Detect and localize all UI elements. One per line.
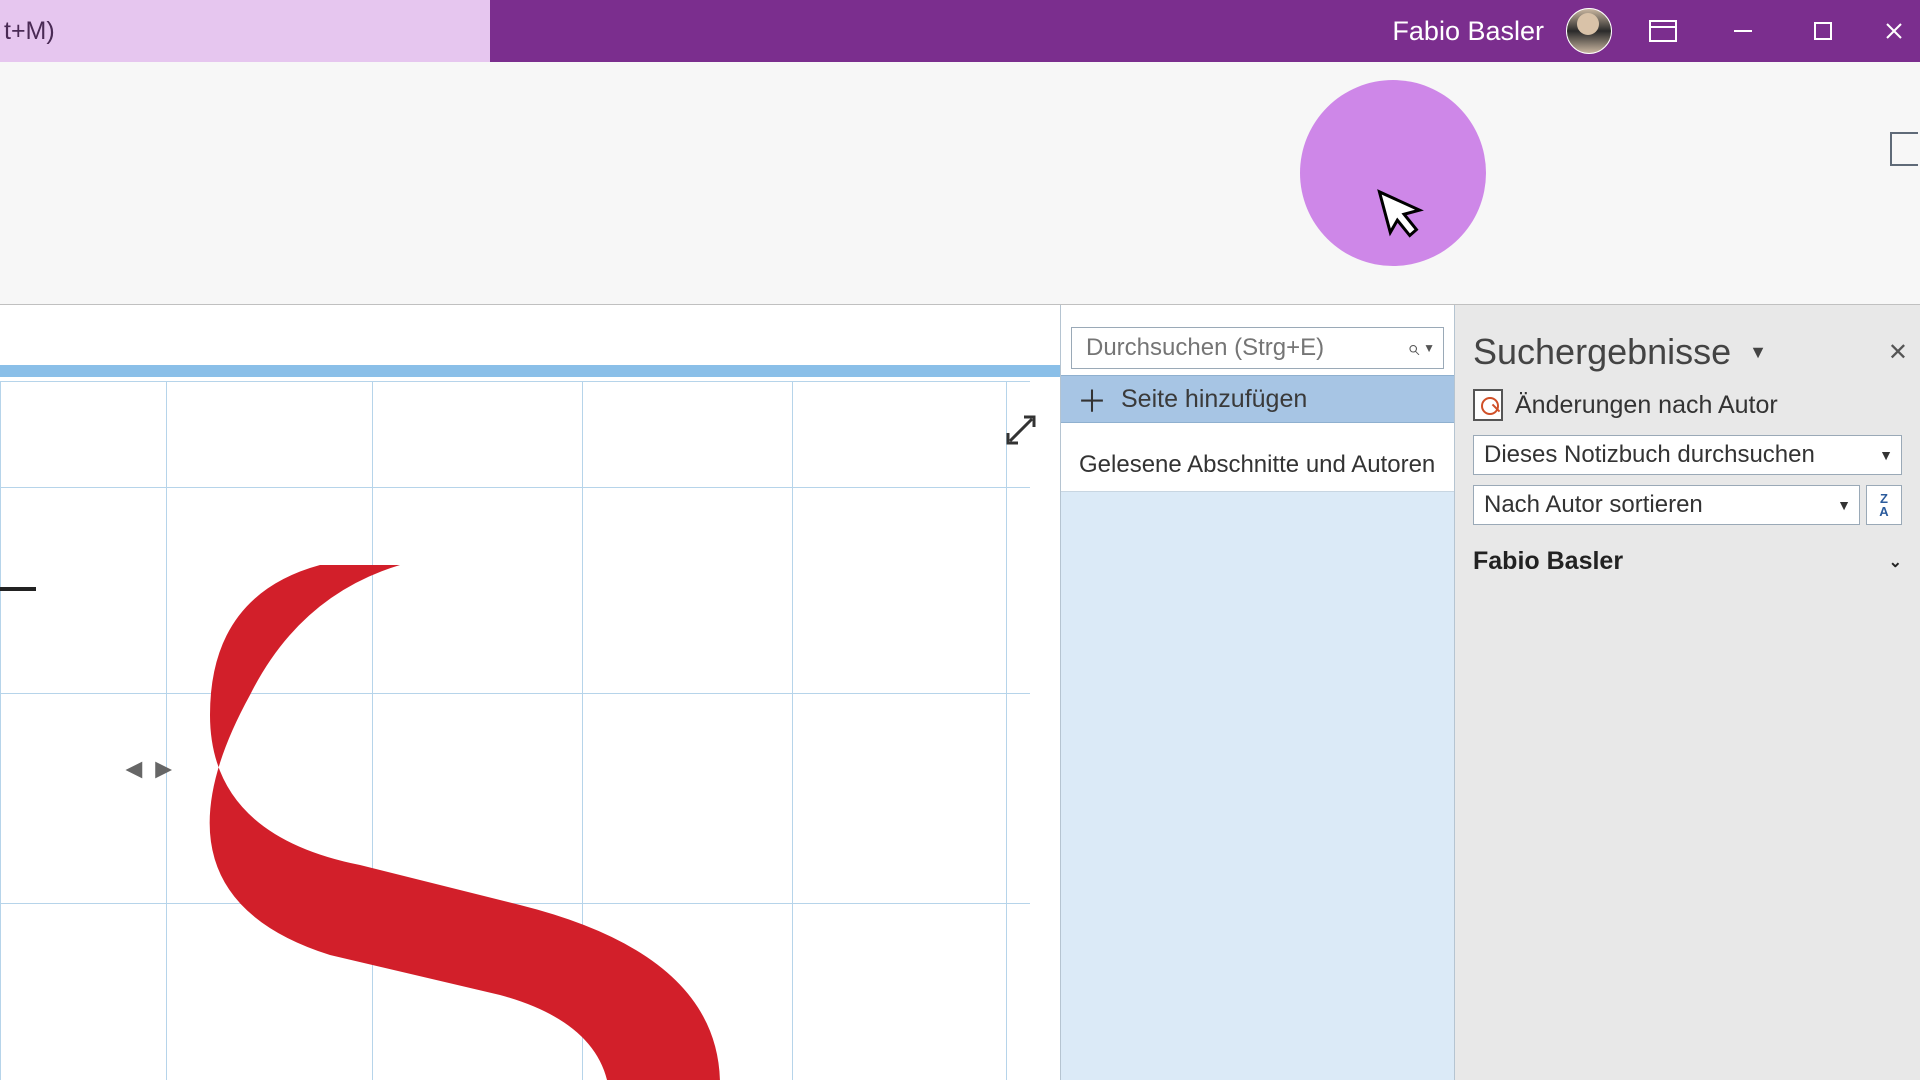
sort-direction-button[interactable]: Z A [1866,485,1902,525]
chevron-down-icon: ▼ [1879,447,1893,463]
author-result-item[interactable]: Fabio Basler ⌄ [1455,531,1920,586]
note-canvas[interactable]: ◄ ► [0,305,1060,1080]
cursor-highlight-circle [1300,80,1486,266]
section-scroll-arrows[interactable]: ◄ ► [120,753,177,785]
sort-row: Nach Autor sortieren ▼ Z A [1473,485,1902,525]
shortcut-text: t+M) [4,17,55,46]
scroll-right-icon[interactable]: ► [150,753,178,785]
author-name-label: Fabio Basler [1473,547,1623,576]
sort-dropdown[interactable]: Nach Autor sortieren ▼ [1473,485,1860,525]
page-search-icon [1473,389,1503,421]
search-box[interactable]: ⌕ ▼ [1071,327,1444,369]
title-bar-right: Fabio Basler [1392,8,1920,54]
expand-icon[interactable] [1004,413,1038,456]
changes-by-author-row[interactable]: Änderungen nach Autor [1455,389,1920,431]
pages-pane: ⌕ ▼ ＋ Seite hinzufügen Gelesene Abschnit… [1060,305,1455,1080]
title-bar-left-fragment: t+M) [0,0,490,62]
user-avatar[interactable] [1566,8,1612,54]
sort-label: Nach Autor sortieren [1484,491,1703,519]
search-input[interactable] [1086,334,1407,362]
search-results-pane: Suchergebnisse ▼ ✕ Änderungen nach Autor… [1455,305,1920,1080]
chevron-down-icon[interactable]: ⌄ [1889,552,1902,572]
drawing-red-s [200,465,780,1080]
close-button[interactable] [1874,11,1914,51]
maximize-button[interactable] [1794,11,1852,51]
minimize-button[interactable] [1714,11,1772,51]
dock-panel-icon[interactable] [1890,132,1918,166]
scope-label: Dieses Notizbuch durchsuchen [1484,441,1815,469]
results-title-label: Suchergebnisse [1473,331,1731,373]
ribbon-display-options-button[interactable] [1634,11,1692,51]
scope-row: Dieses Notizbuch durchsuchen ▼ [1473,435,1902,475]
user-name[interactable]: Fabio Basler [1392,16,1544,47]
main-area: ◄ ► ⌕ ▼ ＋ Seite hinzufü [0,305,1920,1080]
scroll-left-icon[interactable]: ◄ [120,753,148,785]
results-title[interactable]: Suchergebnisse ▼ [1473,331,1767,373]
results-header: Suchergebnisse ▼ ✕ [1455,331,1920,389]
changes-by-author-label: Änderungen nach Autor [1515,391,1778,420]
section-color-strip [0,365,1060,377]
a-label: A [1879,505,1888,518]
search-icon[interactable]: ⌕ [1407,335,1419,361]
close-pane-button[interactable]: ✕ [1888,338,1908,367]
add-page-label: Seite hinzufügen [1121,385,1307,414]
chevron-down-icon: ▼ [1837,497,1851,513]
ribbon-area [0,62,1920,305]
title-bar: t+M) Fabio Basler [0,0,1920,62]
results-fill [1455,586,1920,1080]
page-list-item[interactable]: Gelesene Abschnitte und Autoren [1061,423,1454,492]
pages-pane-fill [1061,492,1454,1080]
search-wrap: ⌕ ▼ [1061,305,1454,375]
add-page-button[interactable]: ＋ Seite hinzufügen [1061,375,1454,423]
page-title-label: Gelesene Abschnitte und Autoren [1079,451,1435,478]
plus-icon: ＋ [1077,377,1107,421]
scope-dropdown[interactable]: Dieses Notizbuch durchsuchen ▼ [1473,435,1902,475]
title-placeholder-line [0,587,36,591]
search-scope-dropdown-icon[interactable]: ▼ [1423,341,1435,355]
results-title-dropdown-icon[interactable]: ▼ [1749,342,1767,363]
